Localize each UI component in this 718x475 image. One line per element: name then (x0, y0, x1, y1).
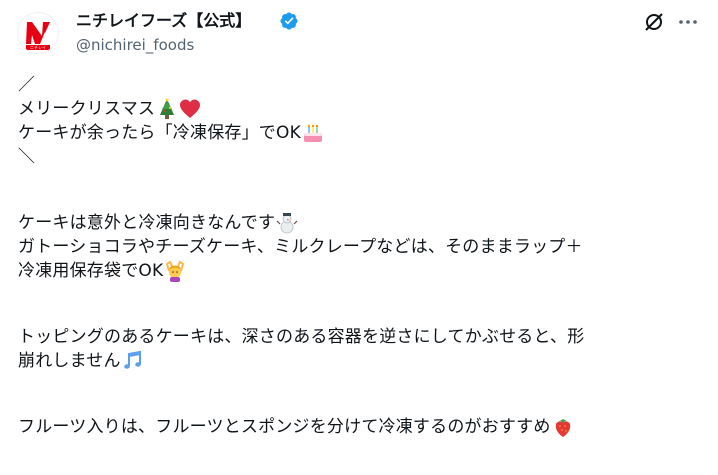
ok-gesture-emoji (164, 260, 186, 282)
tweet-text: ／ メリークリスマス ケーキが余ったら「冷凍保存」でOK ＼ ケーキは意外と冷凍… (18, 73, 708, 439)
line-text: ガトーショコラやチーズケーキ、ミルクレープなどは、そのままラップ＋ (18, 237, 583, 257)
line-text: ケーキが余ったら「冷凍保存」でOK (18, 123, 301, 143)
avatar[interactable]: ニチレイ (17, 12, 59, 54)
text-line: メリークリスマス (18, 97, 708, 121)
line-text: 崩れしません (18, 351, 121, 371)
text-line: ／ (18, 73, 708, 97)
user-handle[interactable]: @nichirei_foods (76, 35, 194, 55)
line-text: ケーキは意外と冷凍向きなんです (18, 213, 276, 233)
red-heart-emoji (179, 98, 201, 120)
line-text: ＼ (18, 147, 36, 167)
tweet-header: ニチレイ ニチレイフーズ【公式】 @nichirei_foods (0, 0, 718, 66)
line-text: 冷凍用保存袋でOK (18, 261, 164, 281)
text-line: フルーツ入りは、フルーツとスポンジを分けて冷凍するのがおすすめ (18, 415, 708, 439)
text-line: 崩れしません (18, 349, 708, 373)
text-line: ＼ (18, 145, 708, 169)
snowman-emoji (276, 212, 298, 234)
more-dots-icon[interactable] (676, 10, 700, 34)
line-text: メリークリスマス (18, 99, 156, 119)
text-line: ガトーショコラやチーズケーキ、ミルクレープなどは、そのままラップ＋ (18, 235, 708, 259)
line-text: フルーツ入りは、フルーツとスポンジを分けて冷凍するのがおすすめ (18, 417, 551, 437)
strawberry-emoji (552, 416, 574, 438)
line-text: トッピングのあるケーキは、深さのある容器を逆さにしてかぶせると、形 (18, 327, 585, 347)
text-line: ケーキが余ったら「冷凍保存」でOK (18, 121, 708, 145)
grok-icon[interactable] (642, 10, 666, 34)
tweet-card: ニチレイ ニチレイフーズ【公式】 @nichirei_foods ／ メリークリ… (0, 0, 718, 475)
text-line: ケーキは意外と冷凍向きなんです (18, 211, 708, 235)
text-line: トッピングのあるケーキは、深さのある容器を逆さにしてかぶせると、形 (18, 325, 708, 349)
birthday-cake-emoji (302, 122, 324, 144)
christmas-tree-emoji (156, 98, 178, 120)
text-line: 冷凍用保存袋でOK (18, 259, 708, 283)
logo-text: ニチレイ (30, 45, 46, 50)
line-text: ／ (18, 75, 36, 95)
music-notes-emoji (122, 350, 144, 372)
display-name[interactable]: ニチレイフーズ【公式】 (76, 11, 251, 31)
verified-badge-icon (279, 11, 299, 31)
